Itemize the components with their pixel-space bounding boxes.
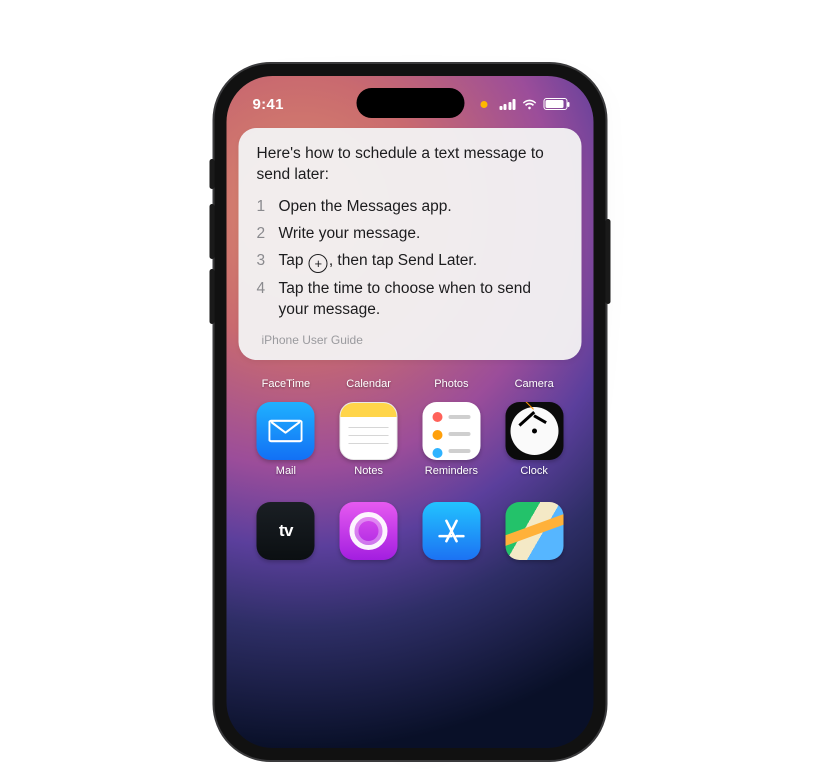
app-label: Reminders [425,465,478,477]
app-reminders[interactable]: Reminders [420,402,482,477]
step-text: Tap +, then tap Send Later. [279,251,478,273]
side-button [606,219,611,304]
app-label-facetime: FaceTime [255,378,317,390]
card-source: iPhone User Guide [257,332,564,348]
step-text: Open the Messages app. [279,197,452,218]
app-label: Notes [354,465,383,477]
app-mail[interactable]: Mail [255,402,317,477]
siri-suggestion-card[interactable]: Here's how to schedule a text message to… [239,128,582,360]
dynamic-island [356,88,464,118]
clock-icon [505,402,563,460]
status-time: 9:41 [253,96,284,113]
phone-screen: 9:41 Here's how to schedule a text messa… [227,76,594,748]
mute-switch [210,159,215,189]
notes-icon [340,402,398,460]
app-tv[interactable]: tv [255,502,317,560]
card-heading: Here's how to schedule a text message to… [257,144,564,186]
cellular-signal-icon [499,99,516,110]
app-label-calendar: Calendar [338,378,400,390]
plus-circle-icon: + [309,254,328,273]
appletv-icon: tv [257,502,315,560]
mail-icon [257,402,315,460]
app-clock[interactable]: Clock [503,402,565,477]
app-maps[interactable] [503,502,565,560]
app-podcasts[interactable] [338,502,400,560]
volume-down-button [210,269,215,324]
battery-icon [544,98,568,110]
iphone-device-frame: 9:41 Here's how to schedule a text messa… [213,62,608,762]
maps-icon [505,502,563,560]
podcasts-icon [340,502,398,560]
app-appstore[interactable] [420,502,482,560]
wifi-icon [522,98,538,110]
app-label-camera: Camera [503,378,565,390]
step-text: Tap the time to choose when to send your… [279,279,564,321]
app-label-photos: Photos [420,378,482,390]
app-label: Clock [520,465,548,477]
recording-indicator-icon [480,101,487,108]
volume-up-button [210,204,215,259]
app-notes[interactable]: Notes [338,402,400,477]
reminders-icon [422,402,480,460]
app-label: Mail [276,465,296,477]
step-text: Write your message. [279,224,421,245]
appstore-icon [422,502,480,560]
